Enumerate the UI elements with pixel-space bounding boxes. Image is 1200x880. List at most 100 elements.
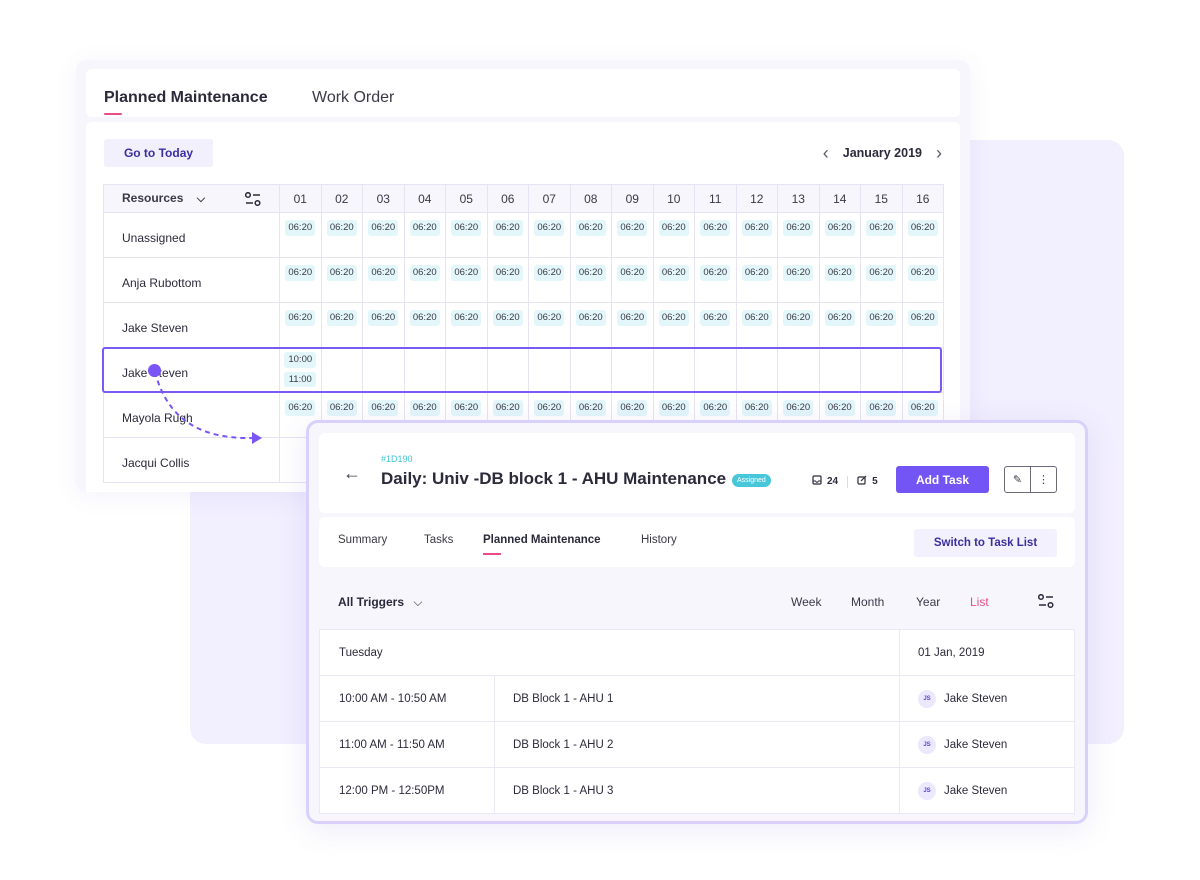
chevron-down-icon[interactable]: ⌵ xyxy=(197,193,205,205)
time-slot-chip[interactable]: 06:20 xyxy=(617,220,648,236)
schedule-cell[interactable]: 06:20 xyxy=(777,302,820,348)
time-slot-chip[interactable]: 06:20 xyxy=(617,310,648,326)
maintenance-entry-row[interactable]: 11:00 AM - 11:50 AM DB Block 1 - AHU 2 JS J… xyxy=(319,721,1075,768)
schedule-cell[interactable]: 06:20 xyxy=(735,257,778,303)
schedule-cell[interactable]: 06:20 xyxy=(486,212,529,258)
time-slot-chip[interactable]: 06:20 xyxy=(285,265,316,281)
schedule-cell[interactable]: 06:20 xyxy=(528,257,571,303)
chevron-left-icon[interactable]: ‹ xyxy=(823,144,829,162)
time-slot-chip[interactable]: 06:20 xyxy=(783,220,814,236)
time-slot-chip[interactable]: 06:20 xyxy=(907,265,938,281)
schedule-cell[interactable]: 06:20 xyxy=(860,302,903,348)
schedule-cell[interactable]: 06:20 xyxy=(860,212,903,258)
time-slot-chip[interactable]: 06:20 xyxy=(492,400,523,416)
time-slot-chip[interactable]: 06:20 xyxy=(575,400,606,416)
tab-planned-maintenance[interactable]: Planned Maintenance xyxy=(104,89,268,107)
schedule-cell[interactable]: 06:20 xyxy=(486,302,529,348)
time-slot-chip[interactable]: 10:00 xyxy=(284,352,317,368)
schedule-cell[interactable]: 06:20 xyxy=(735,212,778,258)
filter-settings-icon[interactable] xyxy=(1037,593,1054,613)
time-slot-chip[interactable]: 06:20 xyxy=(741,220,772,236)
schedule-cell[interactable]: 06:20 xyxy=(403,302,446,348)
time-slot-chip[interactable]: 06:20 xyxy=(409,220,440,236)
maintenance-entry-row[interactable]: 12:00 PM - 12:50PM DB Block 1 - AHU 3 JS Ja… xyxy=(319,767,1075,814)
time-slot-chip[interactable]: 06:20 xyxy=(451,400,482,416)
schedule-cell[interactable]: 06:20 xyxy=(901,302,944,348)
time-slot-chip[interactable]: 06:20 xyxy=(575,220,606,236)
schedule-cell[interactable]: 06:20 xyxy=(860,257,903,303)
schedule-cell[interactable] xyxy=(320,347,363,393)
time-slot-chip[interactable]: 06:20 xyxy=(700,400,731,416)
time-slot-chip[interactable]: 11:00 xyxy=(284,371,317,387)
view-list[interactable]: List xyxy=(970,595,989,609)
time-slot-chip[interactable]: 06:20 xyxy=(326,265,357,281)
time-slot-chip[interactable]: 06:20 xyxy=(741,265,772,281)
time-slot-chip[interactable]: 06:20 xyxy=(368,220,399,236)
filter-settings-icon[interactable] xyxy=(244,191,261,209)
back-arrow-icon[interactable]: ← xyxy=(343,463,361,484)
time-slot-chip[interactable]: 06:20 xyxy=(326,220,357,236)
time-slot-chip[interactable]: 06:20 xyxy=(700,265,731,281)
time-slot-chip[interactable]: 06:20 xyxy=(824,310,855,326)
schedule-cell[interactable] xyxy=(528,347,571,393)
time-slot-chip[interactable]: 06:20 xyxy=(285,400,316,416)
time-slot-chip[interactable]: 06:20 xyxy=(866,265,897,281)
time-slot-chip[interactable]: 06:20 xyxy=(492,220,523,236)
time-slot-chip[interactable]: 06:20 xyxy=(658,310,689,326)
schedule-cell[interactable]: 06:20 xyxy=(403,212,446,258)
schedule-cell[interactable]: 06:20 xyxy=(652,257,695,303)
tab-history[interactable]: History xyxy=(641,534,677,546)
schedule-cell[interactable]: 06:20 xyxy=(818,212,861,258)
schedule-cell[interactable]: 06:20 xyxy=(320,302,363,348)
schedule-cell[interactable]: 06:20 xyxy=(652,302,695,348)
schedule-cell[interactable]: 06:20 xyxy=(652,212,695,258)
time-slot-chip[interactable]: 06:20 xyxy=(575,310,606,326)
time-slot-chip[interactable]: 06:20 xyxy=(368,400,399,416)
time-slot-chip[interactable]: 06:20 xyxy=(658,400,689,416)
schedule-cell[interactable] xyxy=(694,347,737,393)
time-slot-chip[interactable]: 06:20 xyxy=(741,400,772,416)
time-slot-chip[interactable]: 06:20 xyxy=(658,220,689,236)
edit-pencil-icon[interactable]: ✎ xyxy=(1005,467,1031,492)
schedule-cell[interactable] xyxy=(901,347,944,393)
schedule-cell[interactable] xyxy=(652,347,695,393)
time-slot-chip[interactable]: 06:20 xyxy=(534,220,565,236)
time-slot-chip[interactable]: 06:20 xyxy=(617,400,648,416)
schedule-cell[interactable] xyxy=(569,347,612,393)
schedule-cell[interactable]: 06:20 xyxy=(279,212,322,258)
schedule-cell[interactable]: 06:20 xyxy=(279,257,322,303)
time-slot-chip[interactable]: 06:20 xyxy=(617,265,648,281)
schedule-cell[interactable]: 06:20 xyxy=(528,212,571,258)
time-slot-chip[interactable]: 06:20 xyxy=(824,400,855,416)
time-slot-chip[interactable]: 06:20 xyxy=(783,400,814,416)
schedule-cell[interactable] xyxy=(445,347,488,393)
trigger-filter-dropdown[interactable]: All Triggers ⌵ xyxy=(338,595,422,610)
schedule-cell[interactable]: 06:20 xyxy=(818,302,861,348)
time-slot-chip[interactable]: 06:20 xyxy=(326,400,357,416)
schedule-cell[interactable]: 06:20 xyxy=(569,212,612,258)
schedule-cell[interactable] xyxy=(611,347,654,393)
time-slot-chip[interactable]: 06:20 xyxy=(741,310,772,326)
schedule-cell[interactable]: 06:20 xyxy=(901,212,944,258)
time-slot-chip[interactable]: 06:20 xyxy=(658,265,689,281)
time-slot-chip[interactable]: 06:20 xyxy=(700,310,731,326)
schedule-cell[interactable]: 06:20 xyxy=(777,257,820,303)
schedule-cell[interactable] xyxy=(735,347,778,393)
schedule-cell[interactable]: 06:20 xyxy=(528,302,571,348)
schedule-cell[interactable] xyxy=(403,347,446,393)
time-slot-chip[interactable]: 06:20 xyxy=(451,310,482,326)
drag-handle[interactable] xyxy=(148,364,161,377)
time-slot-chip[interactable]: 06:20 xyxy=(368,310,399,326)
schedule-cell[interactable]: 06:20 xyxy=(403,257,446,303)
schedule-cell[interactable]: 06:20 xyxy=(611,257,654,303)
schedule-cell[interactable]: 06:20 xyxy=(611,302,654,348)
time-slot-chip[interactable]: 06:20 xyxy=(575,265,606,281)
time-slot-chip[interactable]: 06:20 xyxy=(907,400,938,416)
time-slot-chip[interactable]: 06:20 xyxy=(866,310,897,326)
tab-planned-maintenance-detail[interactable]: Planned Maintenance xyxy=(483,534,601,546)
schedule-cell[interactable]: 06:20 xyxy=(694,212,737,258)
tab-tasks[interactable]: Tasks xyxy=(424,534,453,546)
resources-column-header[interactable]: Resources ⌵ xyxy=(103,184,280,213)
time-slot-chip[interactable]: 06:20 xyxy=(907,220,938,236)
schedule-cell[interactable]: 06:20 xyxy=(445,257,488,303)
